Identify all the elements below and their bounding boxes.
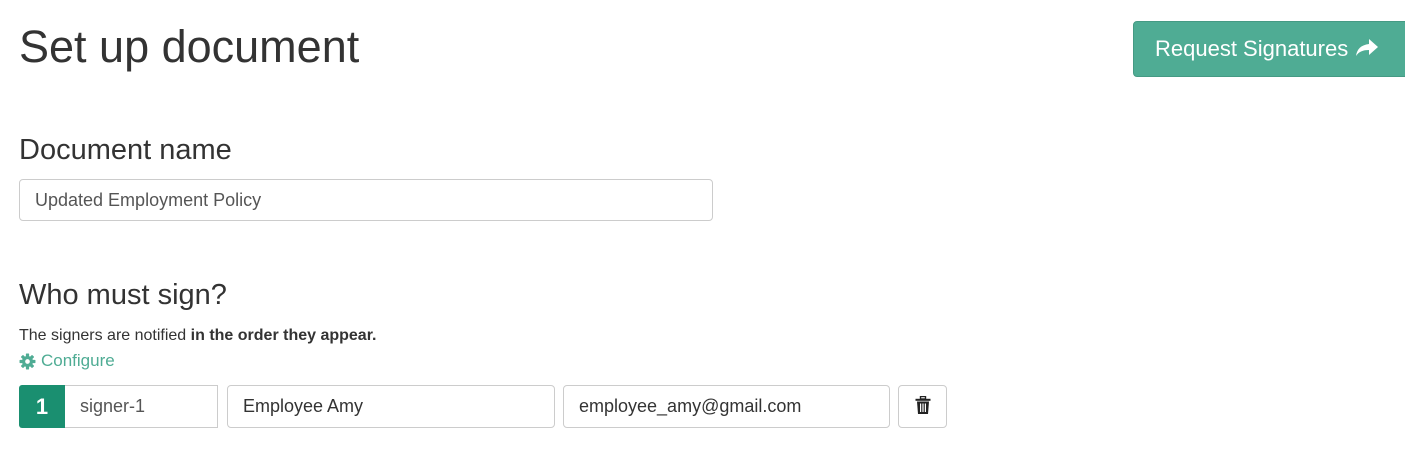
trash-icon	[915, 395, 931, 418]
request-signatures-button[interactable]: Request Signatures	[1133, 21, 1405, 77]
signer-name-input[interactable]	[227, 385, 555, 428]
share-icon	[1354, 37, 1380, 59]
signer-email-input[interactable]	[563, 385, 890, 428]
delete-signer-button[interactable]	[898, 385, 947, 428]
signing-order-notice-emphasis: in the order they appear.	[190, 327, 377, 344]
signing-order-notice-text: The signers are notified	[19, 327, 191, 344]
document-name-heading: Document name	[19, 134, 232, 166]
who-must-sign-heading: Who must sign?	[19, 279, 227, 311]
signer-role-input[interactable]	[65, 385, 218, 428]
gear-icon	[19, 353, 36, 370]
signer-order-badge: 1	[19, 385, 65, 428]
document-name-input[interactable]	[19, 179, 713, 221]
signer-row: 1	[19, 385, 949, 428]
configure-link[interactable]: Configure	[19, 350, 115, 372]
signing-order-notice: The signers are notified in the order th…	[19, 326, 376, 346]
page-title: Set up document	[19, 21, 360, 72]
request-signatures-label: Request Signatures	[1155, 36, 1349, 61]
configure-label: Configure	[41, 351, 115, 370]
